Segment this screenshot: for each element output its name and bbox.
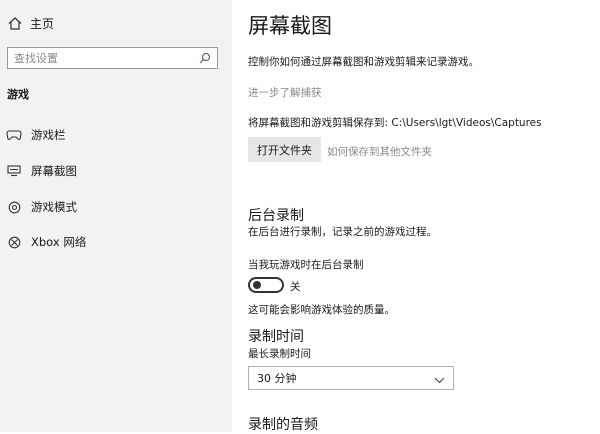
page-description: 控制你如何通过屏幕截图和游戏剪辑来记录游戏。 (248, 56, 479, 68)
xbox-icon (6, 235, 22, 249)
home-icon (8, 17, 22, 30)
sidebar-item-captures[interactable]: 屏幕截图 (6, 163, 77, 179)
background-recording-toggle[interactable] (248, 277, 284, 293)
home-label: 主页 (30, 17, 55, 31)
sidebar-item-game-mode[interactable]: 游戏模式 (6, 199, 77, 215)
background-recording-subtext: 在后台进行录制，记录之前的游戏过程。 (248, 226, 437, 238)
game-mode-icon (6, 200, 22, 214)
sidebar-item-game-bar[interactable]: 游戏栏 (6, 127, 66, 143)
sidebar-item-label: 游戏栏 (31, 128, 66, 142)
open-folder-button[interactable]: 打开文件夹 (248, 137, 321, 162)
sidebar-section-title: 游戏 (7, 88, 29, 101)
toggle-state-label: 关 (290, 281, 301, 293)
captures-icon (6, 164, 22, 178)
search-icon[interactable] (199, 49, 211, 68)
max-recording-time-label: 最长录制时间 (248, 348, 311, 360)
toggle-knob (253, 281, 261, 289)
sidebar-item-label: Xbox 网络 (31, 235, 87, 249)
learn-more-link[interactable]: 进一步了解捕获 (248, 85, 322, 100)
sidebar-item-label: 屏幕截图 (31, 164, 77, 178)
sidebar-item-home[interactable]: 主页 (8, 15, 54, 32)
recorded-audio-heading: 录制的音频 (248, 417, 318, 433)
chevron-down-icon (434, 369, 445, 388)
background-recording-heading: 后台录制 (248, 208, 304, 224)
background-recording-toggle-label: 当我玩游戏时在后台录制 (248, 259, 364, 271)
search-input[interactable] (14, 51, 184, 65)
sidebar-item-label: 游戏模式 (31, 200, 77, 214)
performance-note: 这可能会影响游戏体验的质量。 (248, 304, 395, 316)
max-recording-time-dropdown[interactable]: 30 分钟 (248, 366, 454, 390)
game-bar-icon (6, 128, 22, 142)
other-folder-link[interactable]: 如何保存到其他文件夹 (327, 144, 432, 159)
save-path-text: 将屏幕截图和游戏剪辑保存到: C:\Users\lgt\Videos\Captu… (248, 117, 542, 129)
sidebar: 主页 游戏 游戏栏 屏幕截图 (0, 0, 232, 432)
dropdown-value: 30 分钟 (257, 372, 297, 385)
search-box[interactable] (7, 47, 218, 69)
page-title: 屏幕截图 (248, 14, 332, 38)
recording-time-heading: 录制时间 (248, 329, 304, 345)
sidebar-item-xbox[interactable]: Xbox 网络 (6, 234, 86, 250)
